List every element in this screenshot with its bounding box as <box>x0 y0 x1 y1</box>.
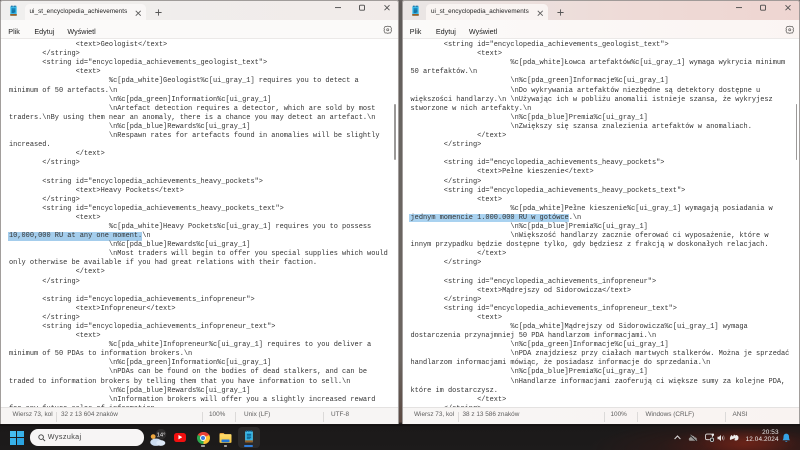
svg-text:14°: 14° <box>157 432 166 438</box>
